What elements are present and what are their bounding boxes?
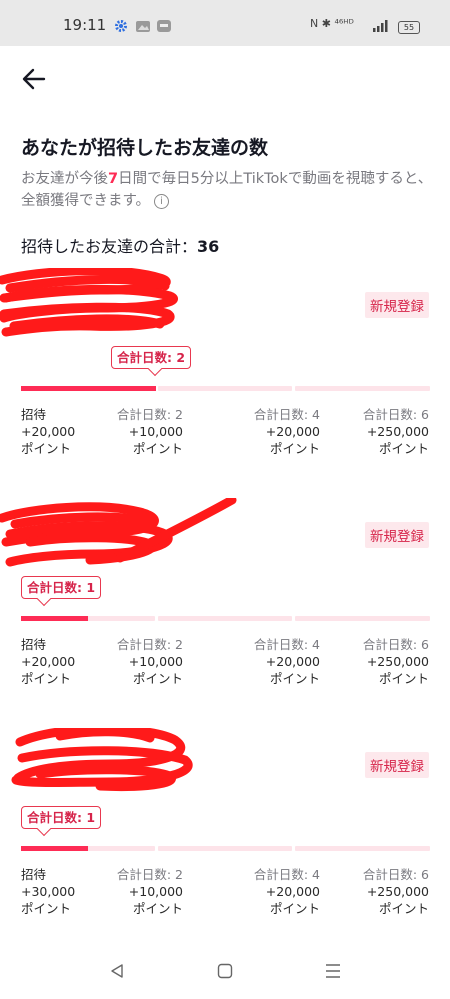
milestone-unit: ポイント <box>132 671 183 686</box>
milestone-points: +10,000 <box>128 654 183 669</box>
redacted-friend-name <box>11 728 193 791</box>
page-description: お友達が今後7日間で毎日5分以上TikTokで動画を視聴すると、全額獲得できます… <box>21 168 439 212</box>
settings-gear-icon <box>115 20 127 32</box>
milestone-unit: ポイント <box>269 441 320 456</box>
redacted-friend-name <box>0 268 178 337</box>
milestone-label: 招待 <box>21 407 47 422</box>
days-total-tooltip: 合計日数: 1 <box>21 806 102 837</box>
milestone-day-4: 合計日数: 4 +20,000 ポイント <box>254 406 320 457</box>
redacted-friend-name <box>0 498 237 567</box>
friend-card: 新規登録 合計日数: 2 招待 +20,000 ポイント 合計日数: 2 +10… <box>0 268 450 483</box>
milestone-day-2: 合計日数: 2 +10,000 ポイント <box>117 636 183 687</box>
progress-fill <box>21 386 156 391</box>
milestone-unit: ポイント <box>269 671 320 686</box>
page-title: あなたが招待したお友達の数 <box>21 137 269 159</box>
milestone-unit: ポイント <box>132 441 183 456</box>
days-total-tooltip: 合計日数: 2 <box>111 346 192 377</box>
invited-total: 招待したお友達の合計：36 <box>21 233 219 257</box>
milestone-unit: ポイント <box>269 901 320 916</box>
desc-before: お友達が今後 <box>21 171 108 187</box>
progress-track <box>21 616 430 621</box>
progress-segment <box>158 846 292 851</box>
menu-lines-icon[interactable] <box>324 962 342 980</box>
milestone-unit: ポイント <box>21 671 72 686</box>
milestone-unit: ポイント <box>378 441 429 456</box>
milestone-points: +20,000 <box>21 654 76 669</box>
progress-fill <box>21 846 89 851</box>
milestone-label: 合計日数: 4 <box>253 407 320 422</box>
square-home-icon[interactable] <box>216 962 234 980</box>
system-navigation-bar <box>0 940 450 999</box>
milestone-unit: ポイント <box>21 441 72 456</box>
milestone-label: 合計日数: 2 <box>116 637 183 652</box>
milestone-unit: ポイント <box>378 901 429 916</box>
days-total-tooltip: 合計日数: 1 <box>21 576 102 607</box>
new-registration-badge: 新規登録 <box>365 292 429 318</box>
desc-highlight-days: 7 <box>108 171 119 187</box>
milestone-label: 合計日数: 6 <box>362 637 429 652</box>
milestone-points: +250,000 <box>366 424 429 439</box>
milestone-day-4: 合計日数: 4 +20,000 ポイント <box>254 636 320 687</box>
milestone-day-2: 合計日数: 2 +10,000 ポイント <box>117 406 183 457</box>
progress-segment <box>158 616 292 621</box>
signal-bars-icon <box>373 20 388 32</box>
tooltip-label: 合計日数: 1 <box>27 810 96 825</box>
back-arrow-icon[interactable] <box>20 64 50 94</box>
tooltip-label: 合計日数: 2 <box>117 350 186 365</box>
milestone-invite: 招待 +20,000 ポイント <box>21 406 75 457</box>
invited-total-value: 36 <box>197 237 220 256</box>
milestone-points: +20,000 <box>265 424 320 439</box>
friend-card: 新規登録 合計日数: 1 招待 +30,000 ポイント 合計日数: 2 +10… <box>0 728 450 943</box>
progress-segment <box>295 386 430 391</box>
progress-track <box>21 386 430 391</box>
milestone-label: 合計日数: 6 <box>362 867 429 882</box>
milestone-label: 合計日数: 2 <box>116 407 183 422</box>
milestone-points: +20,000 <box>21 424 76 439</box>
battery-icon: 55 <box>398 21 420 34</box>
progress-segment <box>295 846 430 851</box>
milestone-label: 招待 <box>21 637 47 652</box>
milestone-invite: 招待 +30,000 ポイント <box>21 866 75 917</box>
milestone-invite: 招待 +20,000 ポイント <box>21 636 75 687</box>
new-registration-badge: 新規登録 <box>365 522 429 548</box>
progress-track <box>21 846 430 851</box>
milestone-label: 合計日数: 2 <box>116 867 183 882</box>
milestone-unit: ポイント <box>378 671 429 686</box>
new-registration-badge: 新規登録 <box>365 752 429 778</box>
status-time: 19:11 <box>63 16 107 34</box>
milestone-points: +20,000 <box>265 884 320 899</box>
progress-fill <box>21 616 89 621</box>
milestone-label: 合計日数: 6 <box>362 407 429 422</box>
milestone-points: +10,000 <box>128 424 183 439</box>
milestone-points: +10,000 <box>128 884 183 899</box>
milestone-points: +20,000 <box>265 654 320 669</box>
milestone-points: +250,000 <box>366 884 429 899</box>
milestone-day-2: 合計日数: 2 +10,000 ポイント <box>117 866 183 917</box>
milestone-label: 招待 <box>21 867 47 882</box>
progress-segment <box>158 386 292 391</box>
triangle-back-icon[interactable] <box>108 962 126 980</box>
milestone-day-4: 合計日数: 4 +20,000 ポイント <box>254 866 320 917</box>
signal-status-text: N ✱ ⁴⁶ᴴᴰ <box>310 17 354 30</box>
milestone-unit: ポイント <box>132 901 183 916</box>
milestone-label: 合計日数: 4 <box>253 637 320 652</box>
milestone-points: +250,000 <box>366 654 429 669</box>
milestone-label: 合計日数: 4 <box>253 867 320 882</box>
gallery-icon <box>136 21 150 32</box>
milestone-day-6: 合計日数: 6 +250,000 ポイント <box>363 636 429 687</box>
friend-card: 新規登録 合計日数: 1 招待 +20,000 ポイント 合計日数: 2 +10… <box>0 498 450 713</box>
milestone-unit: ポイント <box>21 901 72 916</box>
tooltip-label: 合計日数: 1 <box>27 580 96 595</box>
invited-total-label: 招待したお友達の合計： <box>21 237 198 256</box>
milestone-day-6: 合計日数: 6 +250,000 ポイント <box>363 406 429 457</box>
info-icon[interactable]: i <box>154 194 170 209</box>
milestone-points: +30,000 <box>21 884 76 899</box>
status-bar: 19:11 N ✱ ⁴⁶ᴴᴰ 55 <box>0 0 450 46</box>
app-notification-icon <box>157 20 171 32</box>
progress-segment <box>295 616 430 621</box>
milestone-day-6: 合計日数: 6 +250,000 ポイント <box>363 866 429 917</box>
